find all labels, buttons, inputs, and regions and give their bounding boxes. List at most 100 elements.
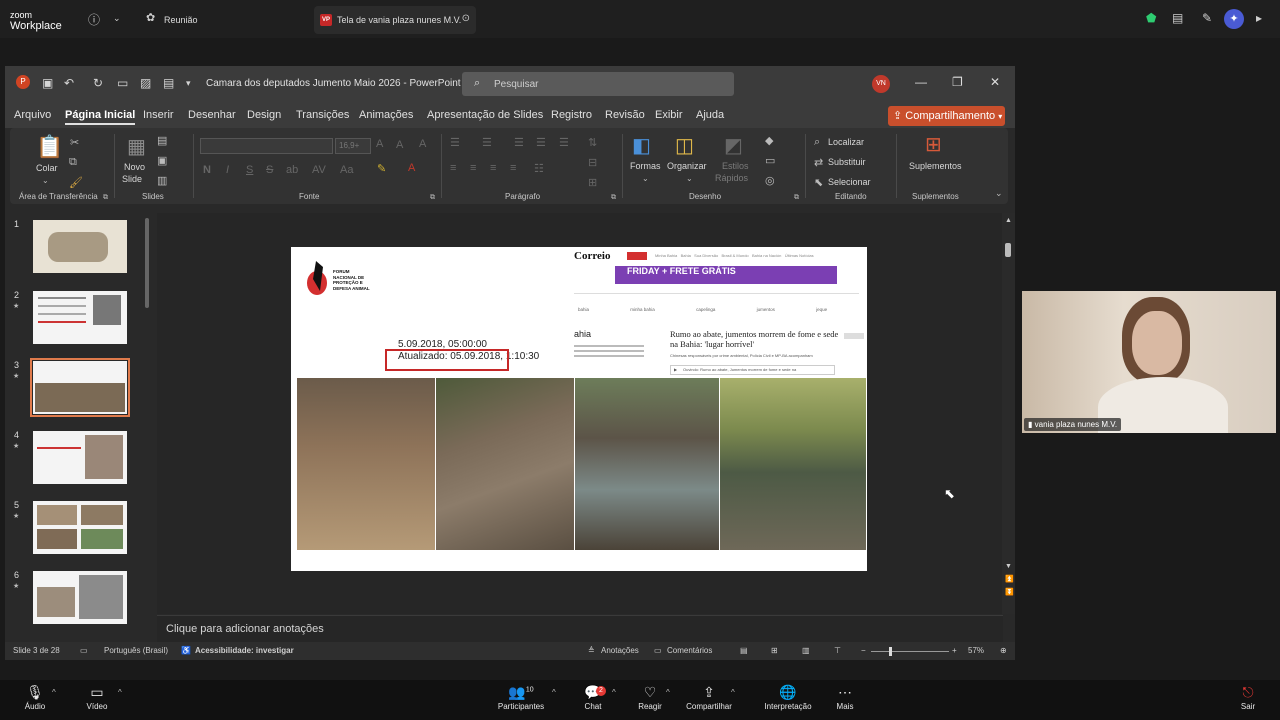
new-slide-label2[interactable]: Slide [122, 174, 142, 184]
slide-thumbnail-6[interactable] [33, 571, 127, 624]
customize-qat-icon[interactable]: ▾ [186, 78, 191, 89]
scroll-down-icon[interactable]: ▼ [1005, 563, 1012, 570]
strikethrough-icon[interactable]: S [266, 164, 273, 176]
dialog-launcher-icon[interactable]: ⧉ [103, 194, 108, 202]
shape-fill-icon[interactable]: ◆ [765, 134, 773, 147]
font-size-select[interactable]: 16,9+ [335, 138, 371, 154]
chevron-down-icon[interactable]: ⌄ [642, 174, 649, 183]
new-slide-icon[interactable]: ▦ [127, 134, 146, 159]
accessibility-icon[interactable]: ♿ [181, 646, 191, 655]
tab-apresentacao[interactable]: Apresentação de Slides [427, 109, 543, 121]
participant-video[interactable]: ▮ vania plaza nunes M.V. [1022, 291, 1276, 433]
audio-button[interactable]: 🎙 Áudio [22, 684, 48, 711]
collapse-ribbon-icon[interactable]: ⌄ [995, 188, 1003, 199]
quick-styles-label1[interactable]: Estilos [722, 161, 749, 171]
tab-animacoes[interactable]: Animações [359, 109, 413, 121]
slide-canvas[interactable]: FORUM NACIONAL DE PROTEÇÃO E DEFESA ANIM… [157, 213, 1003, 614]
highlight-icon[interactable]: ✎ [377, 162, 386, 175]
current-slide[interactable]: FORUM NACIONAL DE PROTEÇÃO E DEFESA ANIM… [291, 247, 867, 571]
fit-slide-icon[interactable]: ⊕ [1000, 646, 1007, 655]
decrease-indent-icon[interactable]: ☰ [514, 136, 524, 149]
find-label[interactable]: Localizar [828, 137, 864, 147]
clipboard-icon[interactable]: ▤ [163, 76, 174, 90]
italic-icon[interactable]: I [226, 164, 229, 176]
slide-thumbnail-1[interactable] [33, 220, 127, 273]
add-ins-label[interactable]: Suplementos [909, 161, 962, 171]
notes-pane[interactable]: Clique para adicionar anotações [157, 615, 1003, 642]
dialog-launcher-icon[interactable]: ⧉ [611, 194, 616, 202]
participants-button[interactable]: 👥10 Participantes [494, 684, 548, 711]
align-center-icon[interactable]: ≡ [470, 162, 476, 174]
more-button[interactable]: ⋯ Mais [832, 684, 858, 711]
tab-pagina-inicial[interactable]: Página Inicial [65, 109, 136, 125]
more-options-icon[interactable]: ⊙ [462, 13, 470, 24]
slideshow-icon[interactable]: ⊤ [834, 646, 841, 655]
quick-styles-label2[interactable]: Rápidos [715, 173, 748, 183]
info-icon[interactable]: ⓘ [88, 11, 100, 28]
slide-thumbnail-3[interactable] [30, 358, 130, 417]
replace-label[interactable]: Substituir [828, 157, 866, 167]
minimize-icon[interactable]: — [915, 75, 927, 89]
shadow-icon[interactable]: ab [286, 164, 298, 176]
comments-button[interactable]: Comentários [667, 646, 712, 655]
share-options-icon[interactable]: ^ [731, 688, 735, 697]
find-icon[interactable]: ⌕ [814, 136, 820, 149]
new-slide-label1[interactable]: Novo [124, 162, 145, 172]
security-shield-icon[interactable]: ⬟ [1146, 11, 1156, 25]
video-button[interactable]: ▭ Vídeo [84, 684, 110, 711]
comments-icon[interactable]: ▭ [654, 646, 662, 655]
smartart-icon[interactable]: ⊞ [588, 176, 597, 189]
text-direction-icon[interactable]: ⇅ [588, 136, 597, 149]
redo-icon[interactable]: ↻ [93, 76, 103, 90]
react-options-icon[interactable]: ^ [666, 688, 670, 697]
format-painter-icon[interactable]: 🖌 [69, 176, 83, 189]
zoom-slider-thumb[interactable] [889, 647, 892, 656]
select-icon[interactable]: ⬉ [814, 176, 823, 189]
meeting-label[interactable]: Reunião [164, 15, 198, 25]
clear-format-icon[interactable]: A [419, 138, 426, 150]
align-text-icon[interactable]: ⊟ [588, 156, 597, 169]
reading-view-icon[interactable]: ▥ [802, 646, 810, 655]
shapes-label[interactable]: Formas [630, 161, 661, 171]
scroll-thumb[interactable] [1005, 243, 1011, 257]
accessibility-label[interactable]: Acessibilidade: investigar [195, 646, 294, 655]
audio-options-icon[interactable]: ^ [52, 688, 56, 697]
normal-view-icon[interactable]: ▤ [740, 646, 748, 655]
tab-transicoes[interactable]: Transições [296, 109, 349, 121]
tab-arquivo[interactable]: Arquivo [14, 109, 51, 121]
increase-indent-icon[interactable]: ☰ [536, 136, 546, 149]
replace-icon[interactable]: ⇄ [814, 156, 823, 169]
reset-icon[interactable]: ▣ [157, 154, 167, 167]
highlight-box[interactable] [385, 349, 509, 371]
interpretation-button[interactable]: 🌐 Interpretação [762, 684, 814, 711]
react-button[interactable]: ♡ Reagir [636, 684, 664, 711]
bullets-icon[interactable]: ☰ [450, 136, 460, 149]
paste-label[interactable]: Colar [36, 163, 58, 173]
paste-icon[interactable]: 📋 [36, 134, 63, 160]
canvas-scrollbar[interactable]: ▲ ▼ ⏫ ⏬ [1002, 213, 1015, 614]
pencil-icon[interactable]: ✎ [1202, 11, 1212, 25]
grow-font-icon[interactable]: A [376, 138, 383, 150]
tab-ajuda[interactable]: Ajuda [696, 109, 724, 121]
slide-thumbnail-5[interactable] [33, 501, 127, 554]
arrange-icon[interactable]: ◫ [675, 133, 694, 158]
justify-icon[interactable]: ≡ [510, 162, 516, 174]
search-input[interactable]: ⌕ Pesquisar [462, 72, 734, 96]
thumbnails-scrollbar[interactable] [145, 218, 149, 308]
zoom-level[interactable]: 57% [968, 646, 984, 655]
zoom-out-icon[interactable]: − [861, 646, 866, 655]
numbering-icon[interactable]: ☰ [482, 136, 492, 149]
exit-fullscreen-icon[interactable]: ▸ [1256, 11, 1262, 25]
zoom-in-icon[interactable]: + [952, 646, 957, 655]
bold-icon[interactable]: N [203, 164, 211, 176]
screen-share-tab[interactable]: VP Tela de vania plaza nunes M.V. ⊙ [314, 6, 476, 34]
participants-options-icon[interactable]: ^ [552, 688, 556, 697]
quick-styles-icon[interactable]: ◩ [724, 133, 743, 158]
scroll-up-icon[interactable]: ▲ [1005, 217, 1012, 224]
close-icon[interactable]: ✕ [990, 75, 1000, 89]
chevron-down-icon[interactable]: ⌄ [686, 174, 693, 183]
share-button[interactable]: ⇪ Compartilhamento ▾ [888, 106, 1005, 126]
notes-button[interactable]: Anotações [601, 646, 639, 655]
chat-options-icon[interactable]: ^ [612, 688, 616, 697]
notes-page-icon[interactable]: ▭ [80, 646, 88, 655]
